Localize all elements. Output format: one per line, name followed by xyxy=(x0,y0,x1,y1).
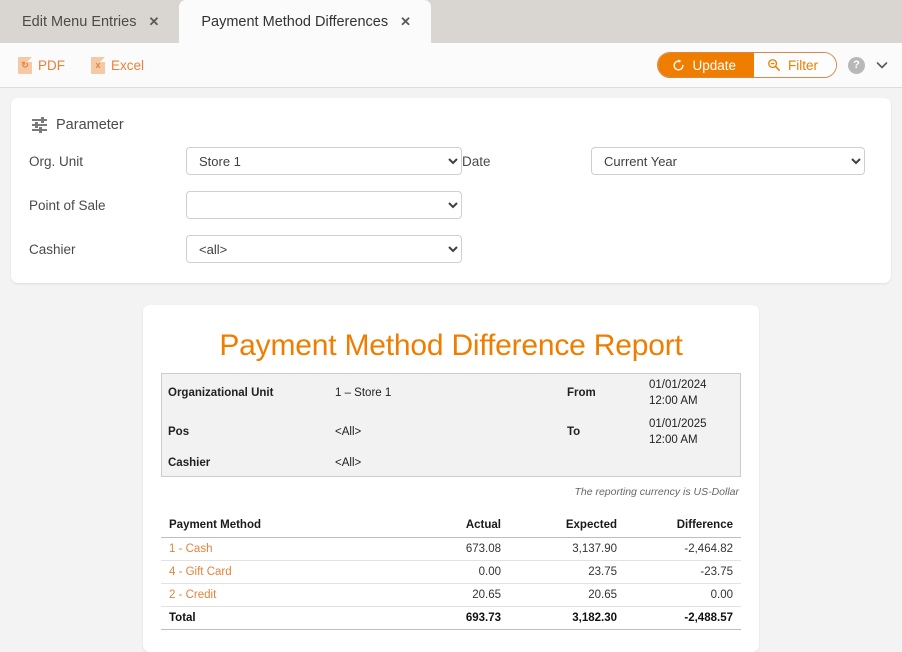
meta-key-2: To xyxy=(567,425,581,438)
org-unit-label: Org. Unit xyxy=(29,153,84,169)
tab-edit-menu-entries[interactable]: Edit Menu Entries ✕ xyxy=(0,0,179,43)
cashier-label: Cashier xyxy=(29,241,76,257)
table-row[interactable]: 2 - Credit 20.65 20.65 0.00 xyxy=(161,583,741,607)
meta-key: Organizational Unit xyxy=(168,386,274,399)
cell-expected: 20.65 xyxy=(509,583,625,607)
meta-value: <All> xyxy=(335,457,362,470)
report-area: Payment Method Difference Report Organiz… xyxy=(0,305,902,652)
column-header-payment-method: Payment Method xyxy=(161,513,393,538)
date-field-wrap: Current Year xyxy=(591,147,873,175)
cell-total-label: Total xyxy=(161,605,393,630)
export-pdf-button[interactable]: ↻ PDF xyxy=(18,56,65,74)
export-excel-label: Excel xyxy=(111,57,145,73)
cell-difference: -2,464.82 xyxy=(625,537,741,561)
parameter-fields: Org. Unit Store 1 Date Current Year Poin… xyxy=(29,147,873,263)
report-title: Payment Method Difference Report xyxy=(219,329,683,362)
cell-total-expected: 3,182.30 xyxy=(509,605,625,630)
org-unit-field-wrap: Store 1 xyxy=(186,147,462,175)
cell-actual: 673.08 xyxy=(393,537,509,561)
update-button[interactable]: Update xyxy=(658,53,754,77)
cell-payment-method: 2 - Credit xyxy=(161,583,393,607)
point-of-sale-select[interactable] xyxy=(186,191,462,219)
meta-key-2: From xyxy=(567,386,596,399)
cell-payment-method: 4 - Gift Card xyxy=(161,560,393,584)
filter-label: Filter xyxy=(788,57,818,73)
meta-value-2: 01/01/2024 12:00 AM xyxy=(649,379,707,407)
cashier-select[interactable]: <all> xyxy=(186,235,462,263)
export-pdf-label: PDF xyxy=(38,57,65,73)
table-total-row: Total 693.73 3,182.30 -2,488.57 xyxy=(161,605,741,630)
filter-button[interactable]: Filter xyxy=(754,53,836,77)
close-icon[interactable]: ✕ xyxy=(400,15,411,28)
tab-label: Payment Method Differences xyxy=(201,13,389,30)
meta-row: Pos <All> To 01/01/2025 12:00 AM xyxy=(162,413,741,452)
date-label: Date xyxy=(462,153,491,169)
tab-bar: Edit Menu Entries ✕ Payment Method Diffe… xyxy=(0,0,902,43)
excel-file-icon: x xyxy=(91,56,105,74)
meta-value: <All> xyxy=(335,425,362,438)
cell-total-actual: 693.73 xyxy=(393,605,509,630)
currency-note: The reporting currency is US-Dollar xyxy=(574,485,739,498)
parameter-panel: Parameter Org. Unit Store 1 Date Current… xyxy=(11,98,891,283)
meta-value-2 xyxy=(643,452,741,476)
tab-payment-method-differences[interactable]: Payment Method Differences ✕ xyxy=(179,0,431,43)
refresh-icon xyxy=(673,58,685,71)
meta-key-2 xyxy=(561,452,643,476)
parameter-title: Parameter xyxy=(56,117,124,133)
cell-difference: -23.75 xyxy=(625,560,741,584)
cashier-field-wrap: <all> xyxy=(186,235,462,263)
report-card: Payment Method Difference Report Organiz… xyxy=(143,305,759,652)
toolbar: ↻ PDF x Excel Update Filter ? xyxy=(0,43,902,88)
point-of-sale-label: Point of Sale xyxy=(29,197,106,213)
page-content: Parameter Org. Unit Store 1 Date Current… xyxy=(0,88,902,652)
meta-key: Pos xyxy=(168,425,190,438)
org-unit-select[interactable]: Store 1 xyxy=(186,147,462,175)
export-actions: ↻ PDF x Excel xyxy=(18,56,145,74)
column-header-expected: Expected xyxy=(509,513,625,538)
meta-row: Organizational Unit 1 – Store 1 From 01/… xyxy=(162,374,741,414)
meta-row: Cashier <All> xyxy=(162,452,741,476)
help-icon[interactable]: ? xyxy=(848,56,865,74)
meta-key: Cashier xyxy=(168,457,211,470)
table-row[interactable]: 1 - Cash 673.08 3,137.90 -2,464.82 xyxy=(161,537,741,561)
payment-method-table: Payment Method Actual Expected Differenc… xyxy=(161,513,741,630)
point-of-sale-field-wrap xyxy=(186,191,462,219)
date-select[interactable]: Current Year xyxy=(591,147,865,175)
close-icon[interactable]: ✕ xyxy=(148,15,159,28)
cell-actual: 0.00 xyxy=(393,560,509,584)
column-header-difference: Difference xyxy=(625,513,741,538)
sliders-icon xyxy=(32,117,47,133)
cell-expected: 23.75 xyxy=(509,560,625,584)
pdf-file-icon: ↻ xyxy=(18,56,32,74)
chevron-down-icon[interactable] xyxy=(876,61,888,70)
update-filter-button-group: Update Filter xyxy=(657,52,837,78)
cell-expected: 3,137.90 xyxy=(509,537,625,561)
update-label: Update xyxy=(692,57,736,73)
table-row[interactable]: 4 - Gift Card 0.00 23.75 -23.75 xyxy=(161,560,741,584)
meta-value: 1 – Store 1 xyxy=(335,386,392,399)
magnifier-minus-icon xyxy=(768,59,781,72)
parameter-header: Parameter xyxy=(32,117,873,133)
toolbar-actions: Update Filter ? xyxy=(657,52,888,78)
cell-payment-method: 1 - Cash xyxy=(161,537,393,561)
export-excel-button[interactable]: x Excel xyxy=(91,56,145,74)
column-header-actual: Actual xyxy=(393,513,509,538)
cell-actual: 20.65 xyxy=(393,583,509,607)
tab-label: Edit Menu Entries xyxy=(22,13,137,30)
cell-difference: 0.00 xyxy=(625,583,741,607)
meta-value-2: 01/01/2025 12:00 AM xyxy=(649,418,707,446)
table-header-row: Payment Method Actual Expected Differenc… xyxy=(161,513,741,538)
report-meta-table: Organizational Unit 1 – Store 1 From 01/… xyxy=(161,373,741,477)
cell-total-difference: -2,488.57 xyxy=(625,605,741,630)
